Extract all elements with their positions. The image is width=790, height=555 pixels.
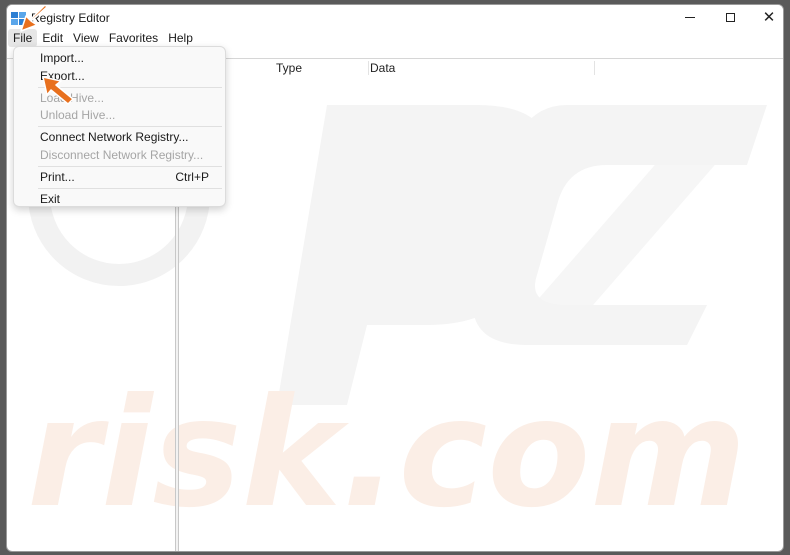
menu-file[interactable]: File	[8, 29, 38, 47]
file-menu-connect-network-registry[interactable]: Connect Network Registry...	[18, 128, 223, 146]
maximize-button[interactable]	[710, 5, 750, 29]
file-menu-unload-hive: Unload Hive...	[40, 108, 116, 122]
file-menu-print-label: Print...	[40, 170, 75, 184]
file-menu-print[interactable]: Print... Ctrl+P	[18, 168, 223, 186]
registry-editor-window: risk.com Registry Editor ✕ File Edit Vie…	[6, 4, 784, 552]
menu-view[interactable]: View	[68, 29, 104, 47]
menu-edit[interactable]: Edit	[37, 29, 68, 47]
window-title: Registry Editor	[31, 11, 110, 25]
print-shortcut: Ctrl+P	[175, 170, 209, 184]
column-header-type[interactable]: Type	[276, 59, 370, 77]
column-separator[interactable]	[594, 61, 595, 75]
column-separator[interactable]	[368, 61, 369, 75]
file-menu-load-hive: Load Hive...	[40, 91, 105, 105]
file-menu-import[interactable]: Import...	[18, 49, 223, 67]
maximize-icon	[725, 12, 735, 22]
menu-help[interactable]: Help	[163, 29, 198, 47]
close-button[interactable]: ✕	[749, 5, 783, 29]
title-bar: Registry Editor ✕	[7, 5, 783, 31]
close-icon: ✕	[762, 8, 776, 26]
registry-editor-icon	[11, 12, 26, 25]
menu-favorites[interactable]: Favorites	[104, 29, 163, 47]
menu-separator	[38, 188, 222, 189]
file-menu-export[interactable]: Export...	[18, 67, 223, 85]
column-header-data-label: Data	[370, 61, 396, 75]
minimize-icon	[685, 16, 695, 18]
values-list-pane[interactable]: Name Type Data	[180, 59, 783, 551]
column-header-type-label: Type	[276, 61, 303, 75]
column-header-data[interactable]: Data	[370, 59, 594, 77]
menu-separator	[38, 126, 222, 127]
file-menu-dropdown: Import... Export... Load Hive... Unload …	[13, 46, 226, 207]
minimize-button[interactable]	[670, 5, 710, 29]
menu-bar: File Edit View Favorites Help	[7, 29, 783, 47]
file-menu-disconnect-network-registry: Disconnect Network Registry...	[40, 148, 204, 162]
file-menu-exit[interactable]: Exit	[18, 190, 223, 208]
menu-separator	[38, 87, 222, 88]
menu-separator	[38, 166, 222, 167]
